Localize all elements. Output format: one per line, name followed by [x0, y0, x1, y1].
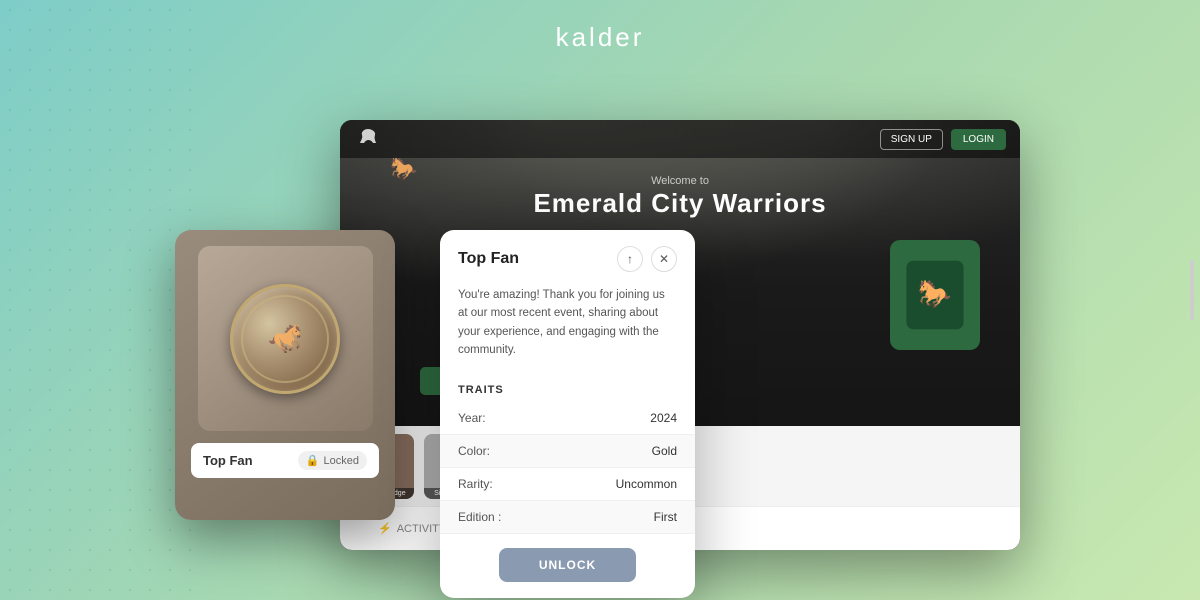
- app-window-header: SIGN UP LOGIN: [340, 120, 1020, 158]
- modal-footer: UNLOCK: [440, 534, 695, 598]
- kalder-logo: kalder: [556, 22, 645, 53]
- trait-color-value: Gold: [652, 444, 677, 458]
- modal-share-button[interactable]: ↑: [617, 246, 643, 272]
- app-logo-icon: [354, 125, 382, 153]
- green-badge-icon: 🐎: [900, 255, 970, 335]
- tab-activity-label: ACTIVITY: [397, 523, 447, 535]
- trait-row-rarity: Rarity: Uncommon: [440, 468, 695, 501]
- coin-inner-ring: 🐎: [241, 295, 329, 383]
- coin-horse-icon: 🐎: [268, 322, 303, 355]
- green-badge-card: 🐎: [890, 240, 980, 350]
- close-icon: ✕: [659, 252, 669, 266]
- nft-card[interactable]: 🐎 Top Fan 🔒 Locked: [175, 230, 395, 520]
- modal-header-actions: ↑ ✕: [617, 246, 677, 272]
- modal-description: You're amazing! Thank you for joining us…: [440, 282, 695, 374]
- modal-scrollbar[interactable]: [1190, 260, 1194, 320]
- modal-header: Top Fan ↑ ✕: [440, 230, 695, 282]
- team-title: Emerald City Warriors: [340, 188, 1020, 219]
- lock-icon: 🔒: [306, 454, 320, 467]
- trait-rarity-value: Uncommon: [616, 477, 677, 491]
- locked-label: Locked: [324, 455, 359, 467]
- share-icon: ↑: [627, 252, 633, 266]
- modal-traits-header: TRAITS: [440, 374, 695, 402]
- trait-color-label: Color:: [458, 444, 490, 458]
- unlock-button[interactable]: UNLOCK: [499, 548, 636, 582]
- modal-title: Top Fan: [458, 250, 519, 268]
- nft-card-footer: Top Fan 🔒 Locked: [191, 443, 379, 478]
- trait-edition-value: First: [654, 510, 677, 524]
- trait-row-year: Year: 2024: [440, 402, 695, 435]
- activity-icon: ⚡: [378, 522, 392, 535]
- locked-badge: 🔒 Locked: [298, 451, 367, 470]
- nft-card-name: Top Fan: [203, 453, 253, 468]
- login-button[interactable]: LOGIN: [951, 129, 1006, 150]
- trait-edition-label: Edition :: [458, 510, 501, 524]
- nft-card-image-area: 🐎: [198, 246, 373, 431]
- welcome-text: Welcome to: [340, 175, 1020, 187]
- modal-close-button[interactable]: ✕: [651, 246, 677, 272]
- dot-pattern-decoration: [0, 0, 200, 600]
- trait-row-color: Color: Gold: [440, 435, 695, 468]
- signup-button[interactable]: SIGN UP: [880, 129, 943, 150]
- svg-text:🐎: 🐎: [918, 278, 952, 309]
- trait-year-label: Year:: [458, 411, 486, 425]
- trait-year-value: 2024: [650, 411, 677, 425]
- header-auth-buttons: SIGN UP LOGIN: [880, 129, 1006, 150]
- trait-row-edition: Edition : First: [440, 501, 695, 534]
- top-fan-modal: Top Fan ↑ ✕ You're amazing! Thank you fo…: [440, 230, 695, 598]
- coin-badge: 🐎: [230, 284, 340, 394]
- trait-rarity-label: Rarity:: [458, 477, 493, 491]
